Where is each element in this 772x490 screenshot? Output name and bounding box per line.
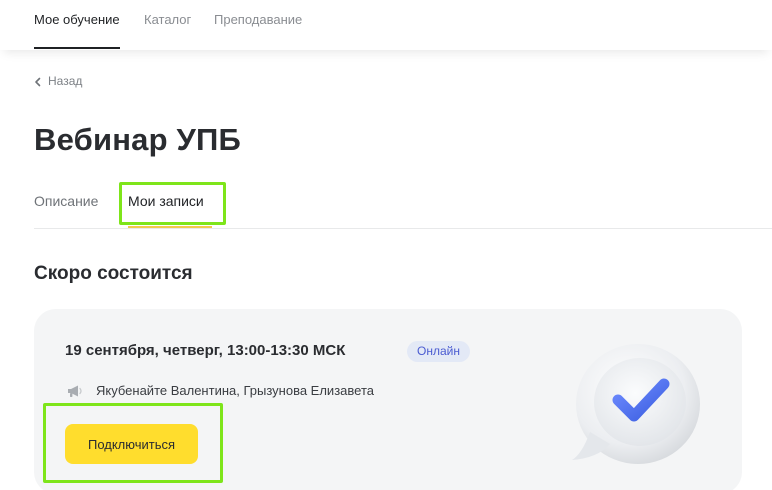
section-title: Скоро состоится [34, 263, 193, 284]
speakers-names: Якубенайте Валентина, Грызунова Елизавет… [96, 383, 374, 398]
chat-bubble-checkmark-icon [568, 336, 704, 472]
status-badge: Онлайн [407, 341, 470, 362]
top-nav: Мое обучение Каталог Преподавание [0, 0, 772, 50]
back-label: Назад [48, 74, 83, 88]
nav-item-catalog[interactable]: Каталог [144, 12, 191, 27]
event-datetime: 19 сентября, четверг, 13:00-13:30 МСК [65, 342, 346, 359]
nav-item-teaching[interactable]: Преподавание [214, 12, 302, 27]
page: Мое обучение Каталог Преподавание Назад … [0, 0, 772, 490]
tab-my-records[interactable]: Мои записи [128, 193, 204, 209]
connect-button[interactable]: Подключиться [65, 424, 198, 464]
nav-item-my-learning[interactable]: Мое обучение [34, 12, 120, 27]
tab-description[interactable]: Описание [34, 193, 98, 209]
tabs-divider [34, 228, 772, 229]
event-speakers: Якубенайте Валентина, Грызунова Елизавет… [66, 383, 374, 398]
chevron-left-icon [33, 76, 43, 87]
page-title: Вебинар УПБ [34, 122, 241, 157]
megaphone-icon [66, 384, 84, 398]
nav-active-indicator [34, 47, 120, 49]
back-link[interactable]: Назад [33, 74, 82, 88]
